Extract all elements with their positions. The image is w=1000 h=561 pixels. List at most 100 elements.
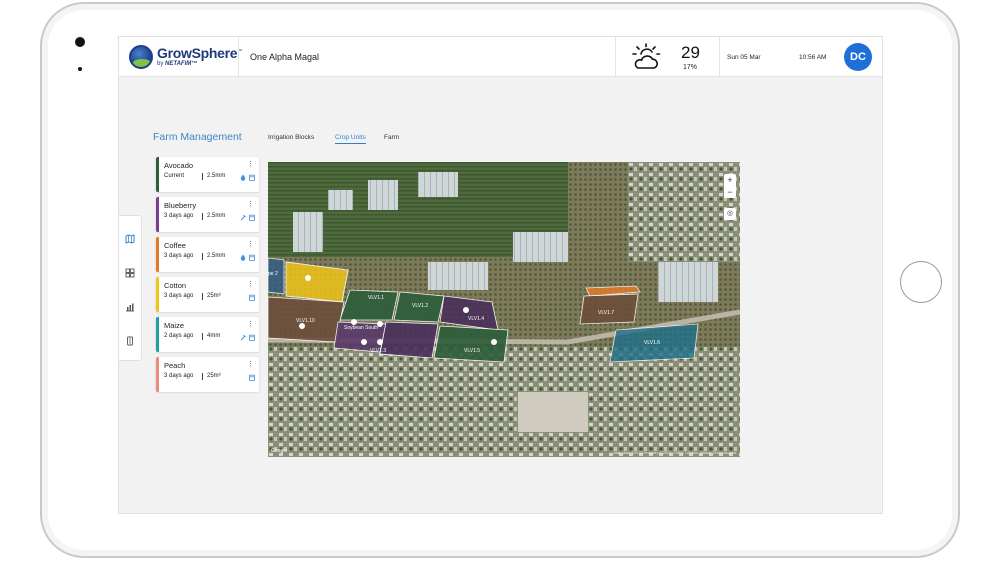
crop-unit-name: Peach <box>164 361 186 370</box>
crop-unit-name: Maize <box>164 321 185 330</box>
crop-unit-name: Coffee <box>164 241 186 250</box>
map-marker[interactable] <box>377 339 383 345</box>
header-divider <box>719 37 720 77</box>
crop-units-icon[interactable] <box>125 268 135 278</box>
map-label-pe-2[interactable]: pe 2 <box>268 271 278 277</box>
calendar-icon <box>249 174 255 181</box>
tablet-sensor <box>78 67 82 71</box>
crop-unit-amount: 25m³ <box>202 293 221 300</box>
crop-unit-name: Avocado <box>164 161 194 170</box>
crop-color-stripe <box>156 237 159 272</box>
app-screen: GrowSphere™ by NETAFIM™ One Alpha Magal … <box>118 36 883 514</box>
crop-unit-card-peach[interactable]: Peach 3 days ago 25m³ ⋮ <box>156 357 259 392</box>
map-icon[interactable] <box>125 234 135 244</box>
more-options-icon[interactable]: ⋮ <box>247 200 254 208</box>
current-date: Sun 05 Mar <box>727 54 761 61</box>
map-label-vlv1-5[interactable]: VLV1.5 <box>464 348 480 354</box>
crop-unit-card-cotton[interactable]: Cotton 3 days ago 25m³ ⋮ <box>156 277 259 312</box>
calendar-icon <box>249 374 255 381</box>
locate-me-icon[interactable]: ◎ <box>724 208 736 220</box>
more-options-icon[interactable]: ⋮ <box>247 160 254 168</box>
map-marker[interactable] <box>351 319 357 325</box>
home-button[interactable] <box>900 261 942 303</box>
crop-color-stripe <box>156 157 159 192</box>
more-options-icon[interactable]: ⋮ <box>247 240 254 248</box>
map-marker[interactable] <box>463 307 469 313</box>
crop-unit-amount: 2.5mm <box>202 173 225 180</box>
side-nav <box>119 215 142 361</box>
brand-name: GrowSphere <box>157 45 238 61</box>
map-label-vlv1-1[interactable]: VLV1.1 <box>368 295 384 301</box>
fertilizer-icon <box>240 214 246 221</box>
header-divider <box>615 37 616 77</box>
header-divider <box>238 37 239 77</box>
map-label-vlv1-2[interactable]: VLV1.2 <box>412 303 428 309</box>
brand-by: by <box>157 61 164 67</box>
map-label-vlv1-3[interactable]: VLV1.3 <box>370 348 386 354</box>
crop-unit-last-irrigation: 3 days ago <box>164 373 194 379</box>
tab-crop-units[interactable]: Crop Units <box>335 134 366 144</box>
satellite-imagery[interactable]: VLV1.1 VLV1.2 VLV1.3 VLV1.4 VLV1.5 VLV1.… <box>268 162 740 457</box>
map-zoom-control: + − <box>724 174 736 198</box>
crop-color-stripe <box>156 317 159 352</box>
temperature: 29 <box>681 43 700 62</box>
crop-unit-last-irrigation: 3 days ago <box>164 293 194 299</box>
crop-unit-card-maize[interactable]: Maize 2 days ago 4mm ⋮ <box>156 317 259 352</box>
top-bar: GrowSphere™ by NETAFIM™ One Alpha Magal … <box>119 37 882 77</box>
map-label-vlv1-4[interactable]: VLV1.4 <box>468 316 484 322</box>
crop-unit-last-irrigation: 3 days ago <box>164 213 194 219</box>
current-time: 10:56 AM <box>799 54 827 61</box>
map-marker[interactable] <box>491 339 497 345</box>
map-attribution[interactable]: Map data ©2023 Imagery ©2023 CNES / Airb… <box>613 450 736 455</box>
humidity: 17% <box>683 64 698 71</box>
calendar-icon <box>249 214 255 221</box>
crop-unit-name: Blueberry <box>164 201 197 210</box>
tab-irrigation-blocks[interactable]: Irrigation Blocks <box>268 134 314 143</box>
map-label-soybean-south[interactable]: Soybean South <box>344 325 378 331</box>
farm-name[interactable]: One Alpha Magal <box>250 52 319 62</box>
more-options-icon[interactable]: ⋮ <box>247 320 254 328</box>
map-marker[interactable] <box>361 339 367 345</box>
map-marker[interactable] <box>299 323 305 329</box>
page-title: Farm Management <box>153 131 242 143</box>
crop-unit-amount: 25m³ <box>202 373 221 380</box>
growsphere-logo[interactable]: GrowSphere™ by NETAFIM™ <box>129 44 242 70</box>
tablet-camera <box>75 37 85 47</box>
zoom-in-button[interactable]: + <box>724 174 736 186</box>
map-marker[interactable] <box>377 321 383 327</box>
partly-cloudy-sun-icon <box>632 43 661 69</box>
zoom-out-button[interactable]: − <box>724 186 736 198</box>
crop-unit-card-avocado[interactable]: Avocado Current 2.5mm ⋮ <box>156 157 259 192</box>
crop-color-stripe <box>156 197 159 232</box>
farm-map[interactable]: VLV1.1 VLV1.2 VLV1.3 VLV1.4 VLV1.5 VLV1.… <box>268 162 740 457</box>
map-marker[interactable] <box>305 275 311 281</box>
tab-farm[interactable]: Farm <box>384 134 399 143</box>
fertilizer-icon <box>240 334 246 341</box>
crop-unit-amount: 2.5mm <box>202 213 225 220</box>
drop-icon <box>240 254 246 261</box>
globe-logo-icon <box>129 45 153 69</box>
crop-unit-last-irrigation: 2 days ago <box>164 333 194 339</box>
calendar-icon <box>249 294 255 301</box>
map-provider-logo: Google <box>271 448 288 454</box>
brand-partner: NETAFIM™ <box>165 61 198 67</box>
reports-icon[interactable] <box>125 302 135 312</box>
crop-unit-name: Cotton <box>164 281 187 290</box>
calendar-icon <box>249 254 255 261</box>
crop-unit-last-irrigation: 3 days ago <box>164 253 194 259</box>
more-options-icon[interactable]: ⋮ <box>247 360 254 368</box>
map-label-vlv1-7[interactable]: VLV1.7 <box>598 310 614 316</box>
calendar-icon <box>249 334 255 341</box>
map-label-vlv1-10[interactable]: VLV1.10 <box>296 318 315 324</box>
crop-unit-card-coffee[interactable]: Coffee 3 days ago 2.5mm ⋮ <box>156 237 259 272</box>
more-options-icon[interactable]: ⋮ <box>247 280 254 288</box>
map-label-vlv1-6[interactable]: VLV1.6 <box>644 340 660 346</box>
crop-unit-card-blueberry[interactable]: Blueberry 3 days ago 2.5mm ⋮ <box>156 197 259 232</box>
crop-unit-amount: 2.5mm <box>202 253 225 260</box>
crop-unit-amount: 4mm <box>202 333 220 340</box>
crop-color-stripe <box>156 277 159 312</box>
crop-color-stripe <box>156 357 159 392</box>
equipment-icon[interactable] <box>125 336 135 346</box>
crop-unit-last-irrigation: Current <box>164 173 185 179</box>
user-avatar[interactable]: DC <box>844 43 872 71</box>
